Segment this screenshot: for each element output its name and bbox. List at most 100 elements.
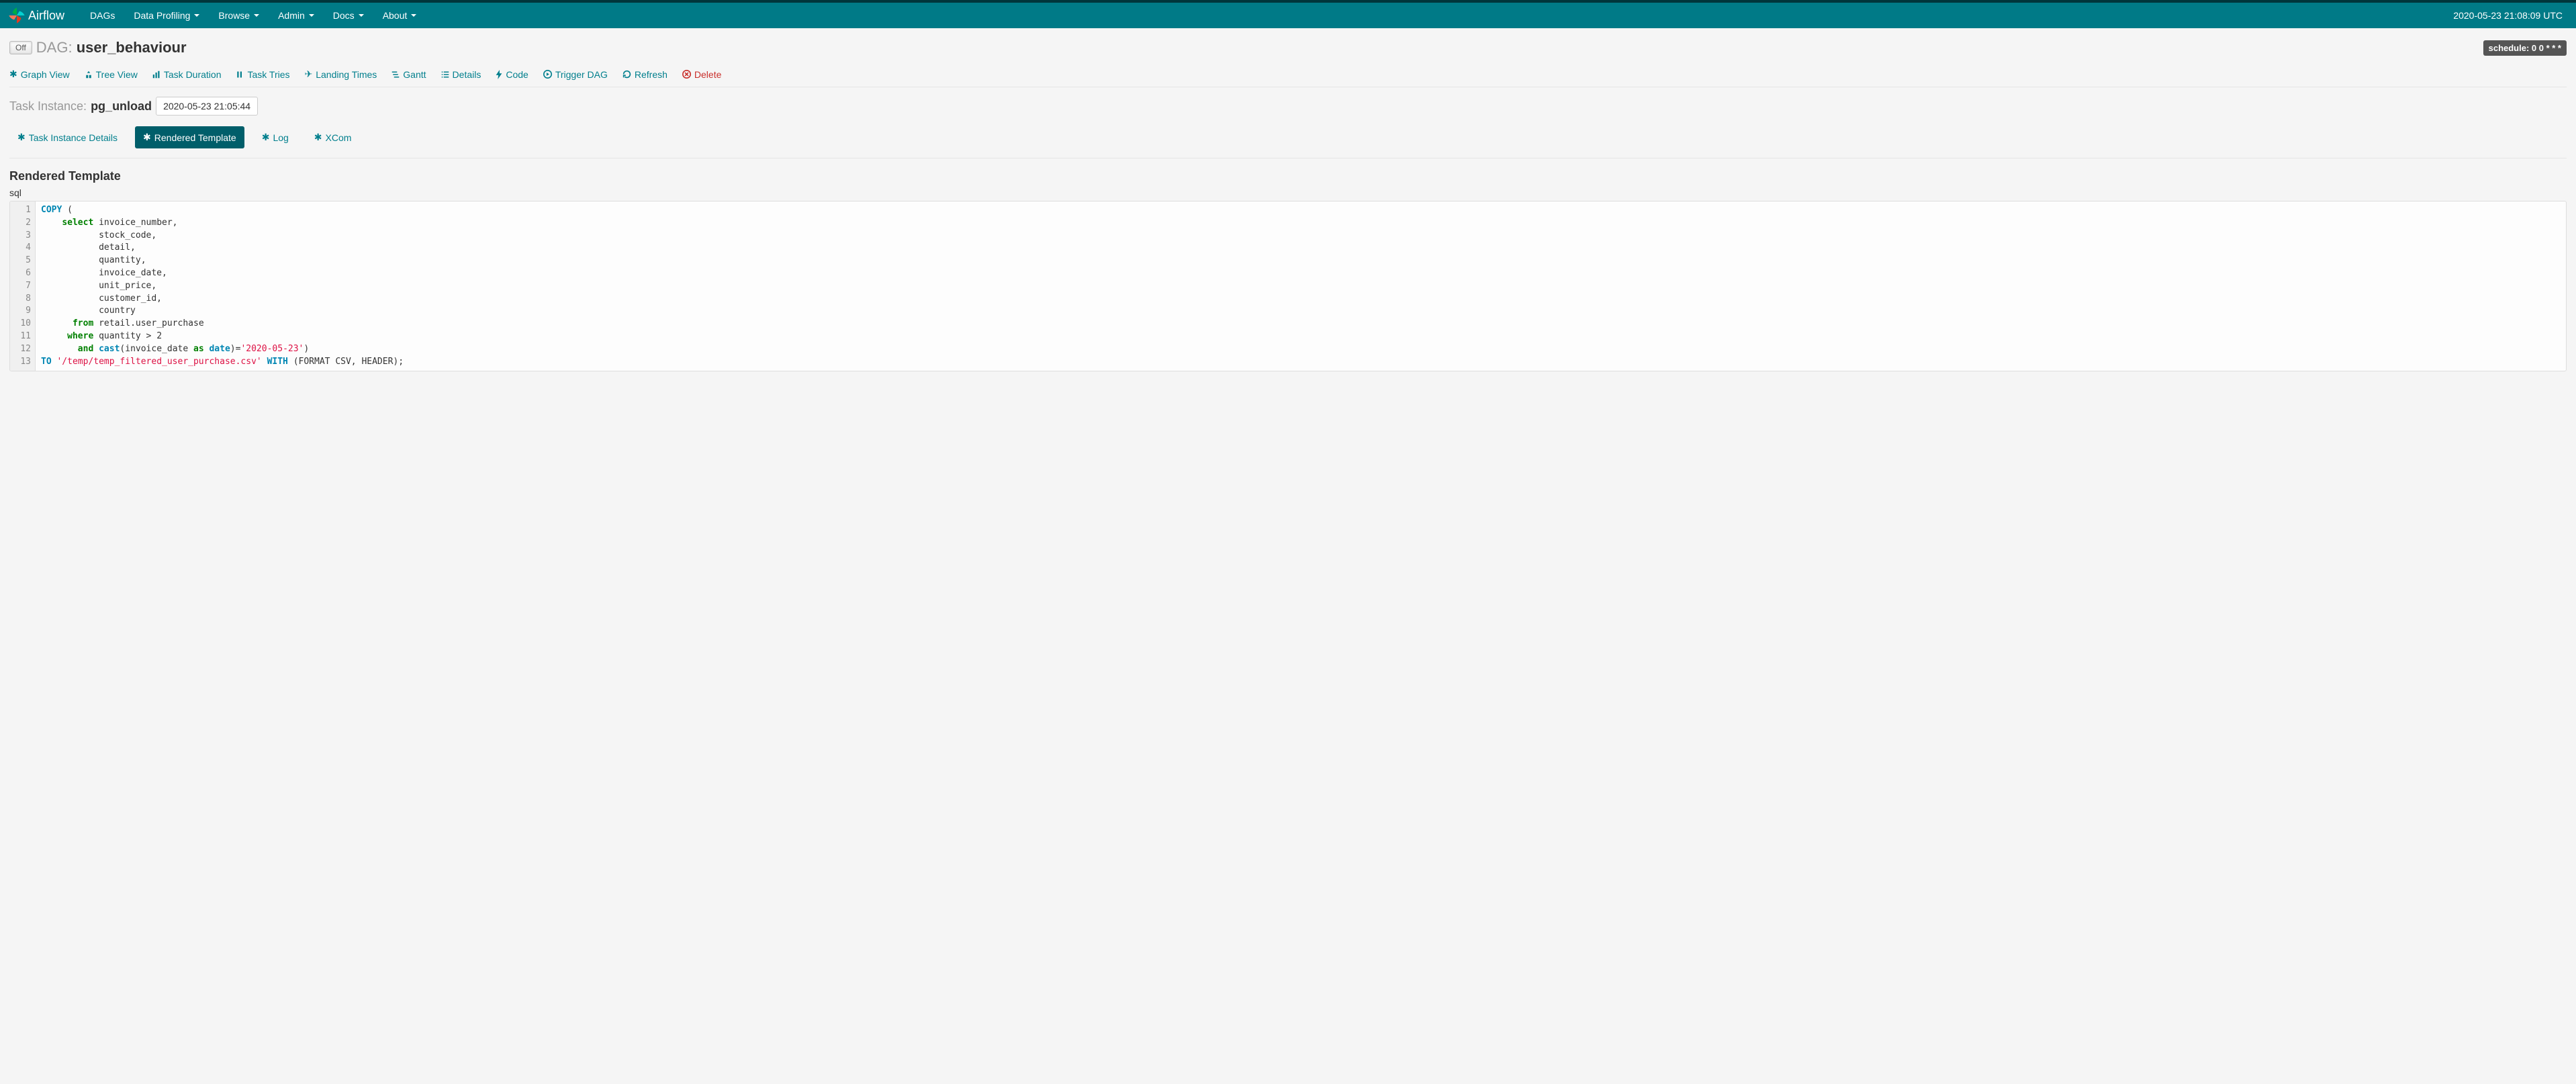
lightning-icon xyxy=(496,70,502,79)
nav-item-label: Browse xyxy=(218,10,250,21)
dag-schedule-badge: schedule: 0 0 * * * xyxy=(2483,40,2567,56)
delete-icon xyxy=(682,70,691,79)
plane-icon: ✈ xyxy=(305,69,313,80)
tab-details[interactable]: Details xyxy=(441,69,481,80)
nav-item-data-profiling[interactable]: Data Profiling xyxy=(124,3,209,28)
caret-down-icon xyxy=(411,14,416,17)
nav-item-label: Docs xyxy=(333,10,355,21)
tab-label: Delete xyxy=(694,69,721,80)
subtab-rendered-template[interactable]: ✱ Rendered Template xyxy=(135,126,244,148)
tab-landing-times[interactable]: ✈ Landing Times xyxy=(305,69,377,80)
code-line: unit_price, xyxy=(41,280,2561,293)
code-line: stock_code, xyxy=(41,230,2561,242)
tab-label: Landing Times xyxy=(316,69,377,80)
dag-title-prefix: DAG: xyxy=(36,39,73,56)
code-line: select invoice_number, xyxy=(41,217,2561,230)
caret-down-icon xyxy=(194,14,199,17)
navbar-clock: 2020-05-23 21:08:09 UTC xyxy=(2453,10,2568,21)
caret-down-icon xyxy=(309,14,314,17)
nav-item-docs[interactable]: Docs xyxy=(324,3,373,28)
subtab-task-details[interactable]: ✱ Task Instance Details xyxy=(9,126,126,148)
asterisk-icon: ✱ xyxy=(17,132,26,143)
bar-chart-icon xyxy=(152,71,160,79)
subtab-label: Rendered Template xyxy=(154,132,236,143)
line-number: 1 xyxy=(14,204,31,217)
code-line: where quantity > 2 xyxy=(41,330,2561,343)
dag-title-name: user_behaviour xyxy=(77,39,187,56)
nav-item-browse[interactable]: Browse xyxy=(209,3,269,28)
tab-label: Tree View xyxy=(96,69,138,80)
code-line: COPY ( xyxy=(41,204,2561,217)
tab-tree-view[interactable]: Tree View xyxy=(85,69,138,80)
code-body: COPY ( select invoice_number, stock_code… xyxy=(36,201,2566,371)
tab-delete[interactable]: Delete xyxy=(682,69,721,80)
code-line: detail, xyxy=(41,242,2561,255)
tab-label: Trigger DAG xyxy=(555,69,608,80)
tab-gantt[interactable]: Gantt xyxy=(392,69,426,80)
brand-text: Airflow xyxy=(28,9,64,23)
task-subtabs: ✱ Task Instance Details ✱ Rendered Templ… xyxy=(9,122,2567,159)
line-number: 11 xyxy=(14,330,31,343)
task-instance-label: Task Instance: xyxy=(9,99,87,114)
tab-label: Gantt xyxy=(403,69,426,80)
dag-tabs: ✱ Graph View Tree View Task Duration Tas… xyxy=(9,62,2567,87)
tab-label: Task Duration xyxy=(164,69,222,80)
subtab-label: Log xyxy=(273,132,288,143)
page-content: Off DAG: user_behaviour schedule: 0 0 * … xyxy=(0,28,2576,382)
tab-label: Code xyxy=(506,69,528,80)
line-number: 12 xyxy=(14,343,31,356)
nav-items: DAGs Data Profiling Browse Admin Docs About xyxy=(81,3,426,28)
subtab-label: XCom xyxy=(326,132,352,143)
code-line: from retail.user_purchase xyxy=(41,318,2561,330)
nav-item-about[interactable]: About xyxy=(373,3,426,28)
section-title: Rendered Template xyxy=(9,169,2567,183)
subtab-label: Task Instance Details xyxy=(29,132,118,143)
tab-task-duration[interactable]: Task Duration xyxy=(152,69,222,80)
asterisk-icon: ✱ xyxy=(314,132,322,143)
list-icon xyxy=(441,71,449,79)
dag-header: Off DAG: user_behaviour schedule: 0 0 * … xyxy=(9,39,2567,56)
nav-item-label: Data Profiling xyxy=(134,10,190,21)
nav-item-dags[interactable]: DAGs xyxy=(81,3,124,28)
tab-code[interactable]: Code xyxy=(496,69,528,80)
tab-refresh[interactable]: Refresh xyxy=(623,69,668,80)
navbar: Airflow DAGs Data Profiling Browse Admin Doc… xyxy=(0,0,2576,28)
caret-down-icon xyxy=(359,14,364,17)
code-line: invoice_date, xyxy=(41,267,2561,280)
code-line: customer_id, xyxy=(41,293,2561,306)
code-line: country xyxy=(41,305,2561,318)
line-number: 6 xyxy=(14,267,31,280)
asterisk-icon: ✱ xyxy=(143,132,151,143)
code-gutter: 12345678910111213 xyxy=(10,201,36,371)
asterisk-icon: ✱ xyxy=(9,69,17,80)
execution-date-select[interactable]: 2020-05-23 21:05:44 xyxy=(156,97,258,116)
dag-toggle[interactable]: Off xyxy=(9,41,32,54)
code-field-label: sql xyxy=(9,187,2567,198)
code-line: quantity, xyxy=(41,255,2561,267)
tab-task-tries[interactable]: Task Tries xyxy=(236,69,289,80)
code-line: TO '/temp/temp_filtered_user_purchase.cs… xyxy=(41,356,2561,369)
tab-label: Graph View xyxy=(21,69,70,80)
nav-item-admin[interactable]: Admin xyxy=(269,3,324,28)
line-number: 8 xyxy=(14,293,31,306)
line-number: 5 xyxy=(14,255,31,267)
brand-link[interactable]: Airflow xyxy=(8,7,64,24)
line-number: 10 xyxy=(14,318,31,330)
line-number: 3 xyxy=(14,230,31,242)
nav-item-label: DAGs xyxy=(90,10,115,21)
tree-icon xyxy=(85,71,93,79)
line-number: 13 xyxy=(14,356,31,369)
line-number: 9 xyxy=(14,305,31,318)
tab-label: Details xyxy=(453,69,481,80)
subtab-log[interactable]: ✱ Log xyxy=(254,126,297,148)
asterisk-icon: ✱ xyxy=(262,132,270,143)
tab-label: Task Tries xyxy=(247,69,289,80)
tab-trigger-dag[interactable]: Trigger DAG xyxy=(543,69,608,80)
line-number: 4 xyxy=(14,242,31,255)
subtab-xcom[interactable]: ✱ XCom xyxy=(306,126,360,148)
dag-title: DAG: user_behaviour xyxy=(36,39,187,56)
line-number: 2 xyxy=(14,217,31,230)
tab-graph-view[interactable]: ✱ Graph View xyxy=(9,69,70,80)
nav-item-label: Admin xyxy=(278,10,305,21)
tab-label: Refresh xyxy=(635,69,668,80)
